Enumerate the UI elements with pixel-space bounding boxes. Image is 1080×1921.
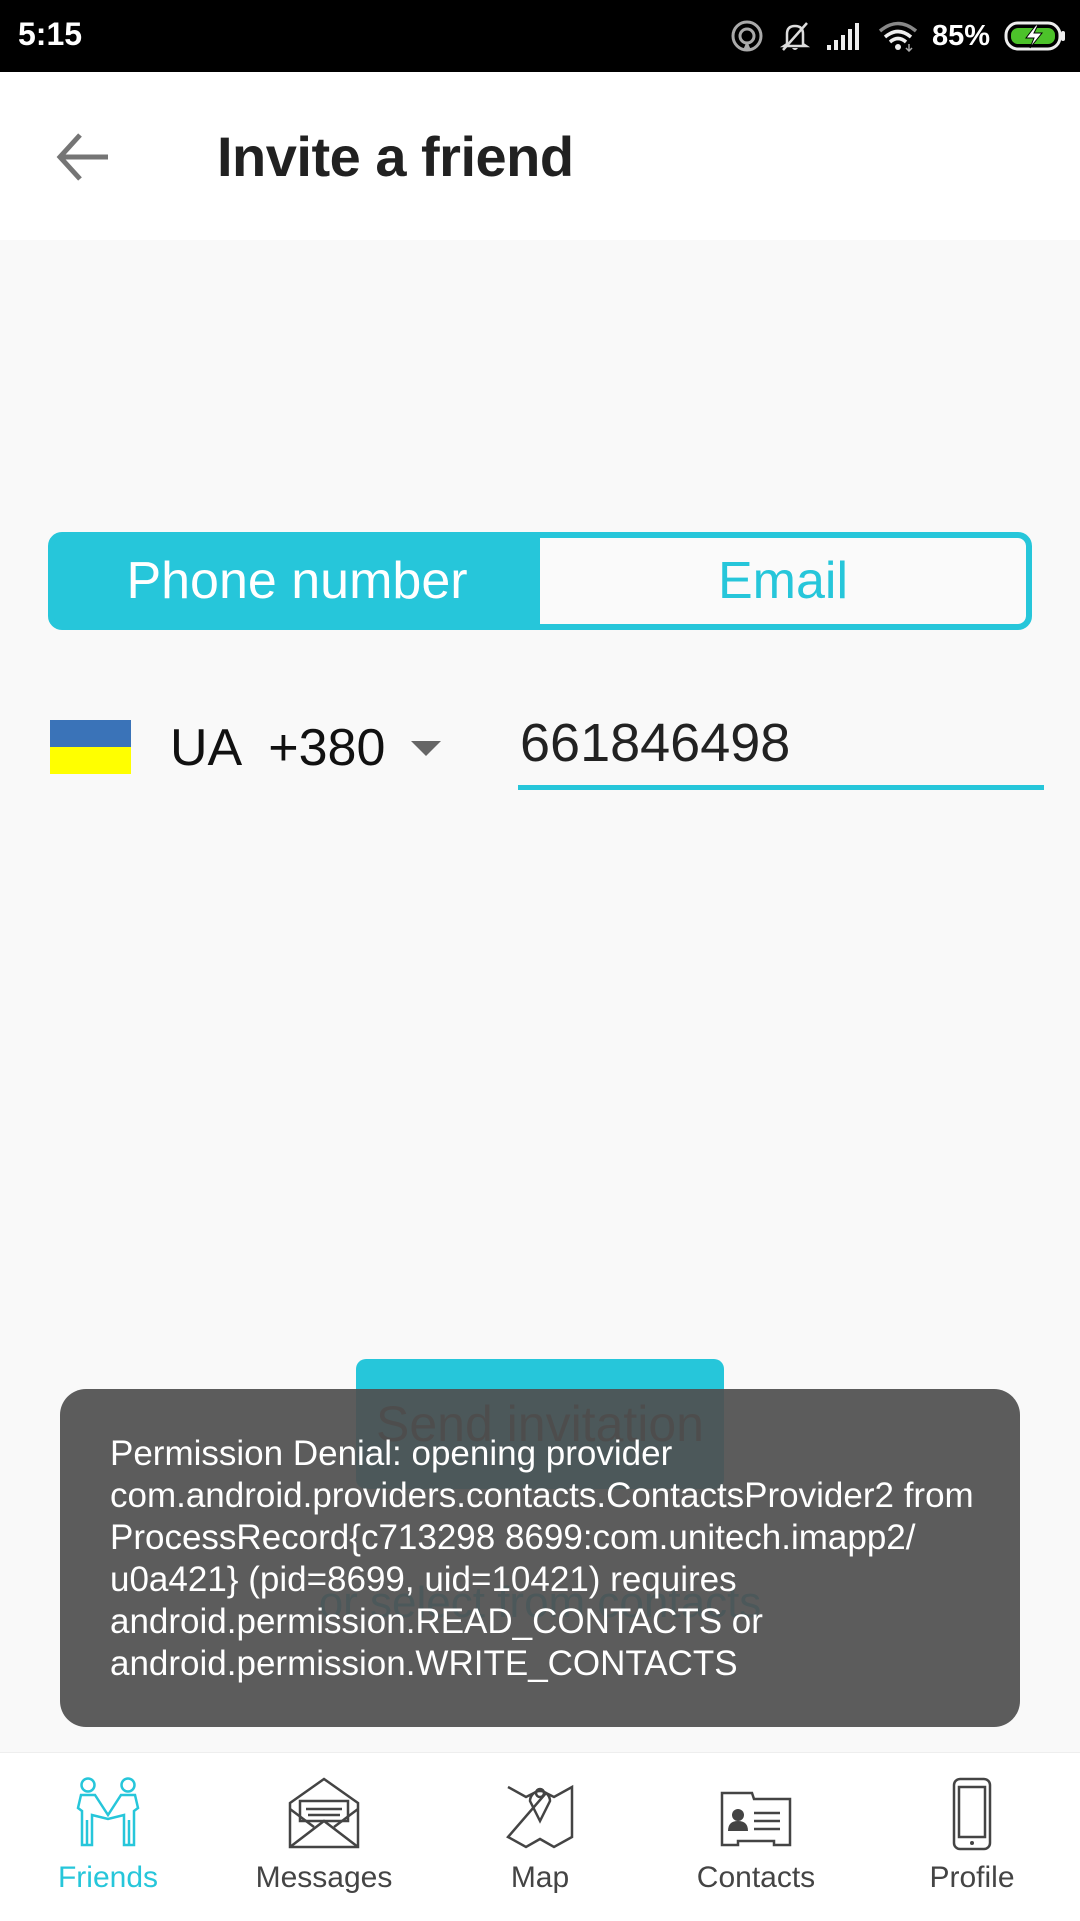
back-button[interactable] [52,127,112,187]
toast-line: com.android.providers.contacts.ContactsP… [110,1476,974,1515]
app-bar: Invite a friend [0,72,1080,240]
toast-line: android.permission.WRITE_CONTACTS [110,1644,738,1683]
friends-icon [76,1777,140,1847]
status-time: 5:15 [18,16,83,52]
nav-label: Friends [57,1861,159,1894]
nav-label: Messages [255,1861,393,1894]
nav-item-contacts[interactable]: Contacts [648,1753,864,1921]
page-title: Invite a friend [217,125,574,188]
tab-phone-number[interactable]: Phone number [54,538,540,624]
arrow-left-icon [56,133,108,181]
dropdown-arrow-icon [411,740,442,756]
toast-line: u0a421} (pid=8699, uid=10421) requires [110,1560,737,1599]
toast-line: Permission Denial: opening provider [110,1434,673,1473]
phone-number-input[interactable] [518,700,1044,790]
status-bar: 5:15 85% [0,0,1080,72]
bottom-navigation: Friends Messages Map Contacts Profile [0,1752,1080,1921]
nav-label: Map [510,1861,570,1894]
envelope-icon [288,1777,360,1849]
signal-icon [826,23,859,50]
contact-card-icon [720,1791,792,1847]
ukraine-flag-icon[interactable] [50,720,131,774]
nav-item-map[interactable]: Map [432,1753,648,1921]
toast-line: ProcessRecord{c713298 8699:com.unitech.i… [110,1518,916,1557]
status-icons: 85% [730,14,1066,58]
battery-percent: 85% [931,19,990,52]
nav-item-messages[interactable]: Messages [216,1753,432,1921]
nav-item-friends[interactable]: Friends [0,1753,216,1921]
country-code-selector[interactable]: UA +380 [170,718,442,778]
invite-method-toggle: Phone number Email [48,532,1032,630]
tab-email[interactable]: Email [540,538,1026,624]
nav-label: Profile [929,1861,1015,1894]
nav-item-profile[interactable]: Profile [864,1753,1080,1921]
toast-line: android.permission.READ_CONTACTS or [110,1602,763,1641]
country-code-label: UA +380 [170,719,386,777]
phone-device-icon [952,1777,992,1851]
permission-denial-toast: Permission Denial: opening provider com.… [60,1389,1020,1727]
wifi-icon [878,21,918,52]
map-icon [506,1784,574,1849]
battery-charging-icon [1004,21,1065,51]
nav-label: Contacts [696,1861,816,1894]
bell-muted-icon [779,22,811,51]
hotspot-icon [731,20,763,52]
